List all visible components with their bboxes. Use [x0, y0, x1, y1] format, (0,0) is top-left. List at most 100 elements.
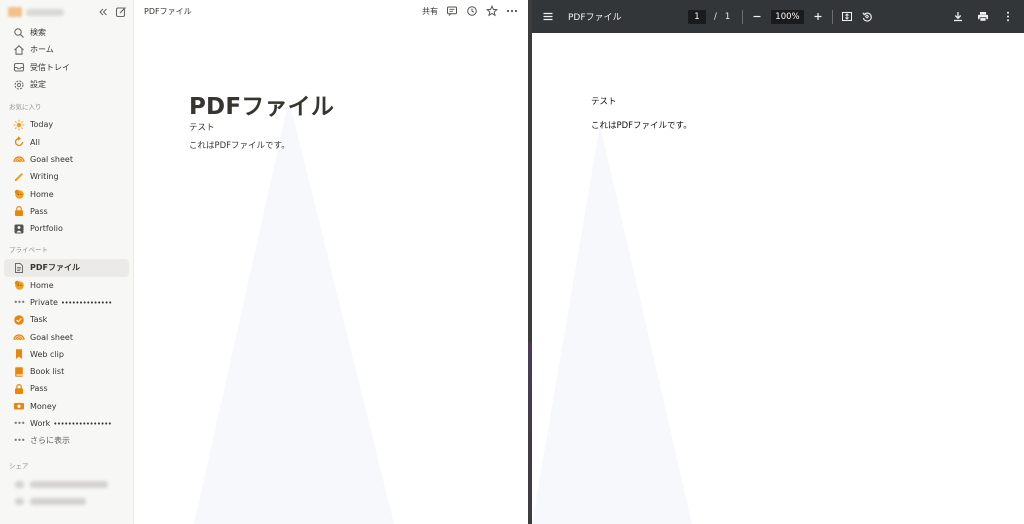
toolbar-divider: [831, 9, 833, 24]
private-label: Web clip: [30, 349, 64, 359]
print-icon[interactable]: [977, 11, 989, 23]
zoom-in-icon[interactable]: [812, 11, 824, 23]
comment-icon[interactable]: [446, 5, 458, 17]
private-item-goal-sheet[interactable]: Goal sheet: [4, 328, 129, 345]
favorite-label: Goal sheet: [30, 154, 73, 164]
sun-icon: [13, 119, 25, 131]
emoji-face-icon: [13, 188, 25, 200]
check-circle-icon: [13, 314, 25, 326]
rainbow-icon: [13, 153, 25, 165]
private-label: Goal sheet: [30, 332, 73, 342]
private-label: Private: [30, 298, 58, 307]
document-icon: [13, 262, 25, 274]
favorite-item-writing[interactable]: Writing: [4, 168, 129, 185]
breadcrumb[interactable]: PDFファイル: [144, 6, 192, 17]
show-more-label: さらに表示: [30, 436, 70, 446]
masked-title: ••••••••••••••••: [53, 419, 112, 428]
private-label: Pass: [30, 384, 48, 394]
total-pages: 1: [724, 11, 731, 22]
blurred-icon: [13, 478, 25, 490]
private-item-pass[interactable]: Pass: [4, 380, 129, 397]
book-icon: [13, 366, 25, 378]
toolbar-divider: [742, 9, 744, 24]
nav-label: ホーム: [30, 45, 54, 55]
private-item-web-clip[interactable]: Web clip: [4, 346, 129, 363]
page-title[interactable]: PDFファイル: [189, 87, 334, 121]
settings-gear-icon: [13, 79, 25, 91]
masked-title: ••••••••••••••: [60, 298, 112, 307]
workspace-header: [0, 0, 133, 24]
nav-search[interactable]: 検索: [4, 24, 129, 41]
pdf-text-line: これはPDFファイルです。: [591, 121, 692, 131]
background-artifact: [532, 125, 692, 524]
sidebar: 検索 ホーム 受信トレイ 設定 お気に入り Today All Goal she…: [0, 0, 134, 524]
bookmark-icon: [13, 348, 25, 360]
page-number-input[interactable]: 1: [688, 9, 706, 24]
menu-hamburger-icon[interactable]: [542, 11, 554, 23]
collapse-sidebar-icon[interactable]: [97, 6, 109, 18]
private-label: Work: [30, 419, 51, 429]
private-item-task[interactable]: Task: [4, 311, 129, 328]
workspace-name[interactable]: [26, 8, 64, 16]
portfolio-icon: [13, 223, 25, 235]
pdf-toolbar: PDFファイル 1 / 1 100%: [532, 0, 1024, 33]
nav-label: 受信トレイ: [30, 62, 70, 72]
nav-inbox[interactable]: 受信トレイ: [4, 59, 129, 76]
fit-to-page-icon[interactable]: [841, 11, 853, 23]
shared-item-blurred[interactable]: [4, 493, 129, 510]
private-item-private[interactable]: ••• Private ••••••••••••••: [4, 294, 129, 311]
favorites-heading[interactable]: お気に入り: [0, 99, 133, 113]
favorite-item-portfolio[interactable]: Portfolio: [4, 220, 129, 237]
blurred-icon: [13, 495, 25, 507]
page-editor: PDFファイル 共有 PDFファイル テスト これはPDFファイルです。: [134, 0, 528, 524]
private-item-money[interactable]: Money: [4, 398, 129, 415]
history-clock-icon[interactable]: [466, 5, 478, 17]
more-dots-icon: •••: [13, 435, 25, 445]
more-options-icon[interactable]: [506, 5, 518, 17]
more-vert-icon[interactable]: [1002, 11, 1014, 23]
favorite-item-goal-sheet[interactable]: Goal sheet: [4, 151, 129, 168]
nav-home[interactable]: ホーム: [4, 41, 129, 58]
zoom-level-input[interactable]: 100%: [771, 9, 804, 24]
favorite-item-home[interactable]: Home: [4, 185, 129, 202]
private-label: Home: [30, 280, 54, 290]
shared-item-blurred[interactable]: [4, 476, 129, 493]
share-heading[interactable]: シェア: [0, 458, 133, 472]
private-label: Book list: [30, 367, 65, 377]
private-item-home[interactable]: Home: [4, 277, 129, 294]
private-heading[interactable]: プライベート: [0, 242, 133, 256]
page-text-block[interactable]: テスト: [189, 121, 215, 133]
pencil-icon: [13, 171, 25, 183]
private-item-pdf-file[interactable]: PDFファイル: [4, 259, 129, 277]
download-icon[interactable]: [952, 11, 964, 23]
lock-icon: [13, 383, 25, 395]
favorite-item-pass[interactable]: Pass: [4, 203, 129, 220]
favorite-item-all[interactable]: All: [4, 133, 129, 150]
emoji-face-icon: [13, 279, 25, 291]
rotate-icon[interactable]: [861, 11, 873, 23]
page-text-block[interactable]: これはPDFファイルです。: [189, 139, 290, 151]
blurred-title: [30, 497, 86, 505]
new-page-icon[interactable]: [115, 6, 127, 18]
pdf-title: PDFファイル: [568, 13, 622, 23]
page-topbar: PDFファイル 共有: [134, 0, 528, 22]
lock-icon: [13, 205, 25, 217]
favorite-star-icon[interactable]: [486, 5, 498, 17]
rainbow-icon: [13, 331, 25, 343]
show-more-button[interactable]: ••• さらに表示: [4, 432, 129, 449]
page-separator: /: [714, 11, 717, 22]
favorite-label: Home: [30, 189, 54, 199]
favorite-item-today[interactable]: Today: [4, 116, 129, 133]
favorite-label: Writing: [30, 172, 59, 182]
nav-settings[interactable]: 設定: [4, 76, 129, 93]
share-button[interactable]: 共有: [422, 6, 438, 17]
inbox-icon: [13, 61, 25, 73]
private-item-work[interactable]: ••• Work ••••••••••••••••: [4, 415, 129, 432]
workspace-logo[interactable]: [8, 7, 22, 17]
zoom-out-icon[interactable]: [751, 11, 763, 23]
private-item-book-list[interactable]: Book list: [4, 363, 129, 380]
pdf-actions: [952, 0, 1014, 33]
pdf-text-line: テスト: [591, 97, 617, 107]
favorite-label: Today: [30, 120, 54, 130]
background-artifact: [194, 100, 394, 524]
